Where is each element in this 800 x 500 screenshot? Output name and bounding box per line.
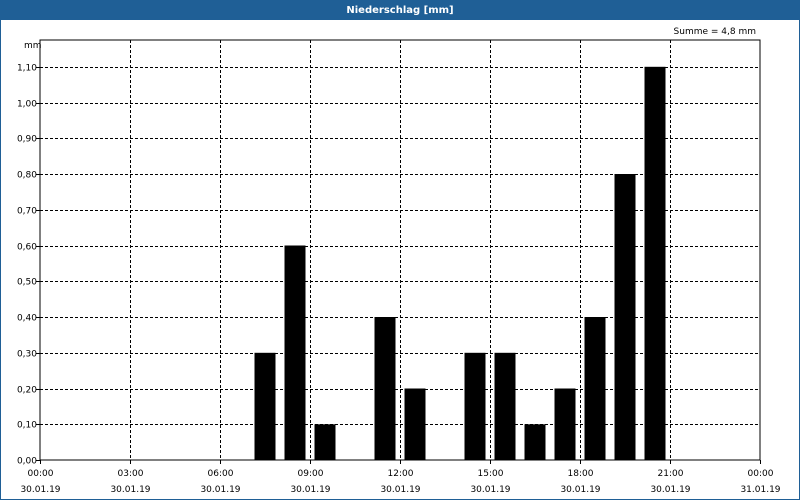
y-tick-label: 0,20 xyxy=(17,386,37,396)
precipitation-chart: 0,00 0,10 0,20 0,30 0,40 0,50 0,60 0,70 0,80 0,90… xyxy=(17,27,781,495)
precipitation-bar xyxy=(614,174,636,460)
x-tick-date: 30.01.19 xyxy=(20,485,60,495)
x-tick-time: 21:00 xyxy=(658,469,684,479)
precipitation-bar xyxy=(524,424,546,460)
x-tick-time: 18:00 xyxy=(568,469,594,479)
x-tick-time: 12:00 xyxy=(388,469,414,479)
y-tick-label: 0,00 xyxy=(17,457,37,467)
x-tick-date: 30.01.19 xyxy=(470,485,510,495)
x-tick-time: 00:00 xyxy=(748,469,774,479)
bars xyxy=(254,66,666,461)
x-tick-date: 30.01.19 xyxy=(560,485,600,495)
sum-annotation: Summe = 4,8 mm xyxy=(674,27,756,37)
x-tick-time: 00:00 xyxy=(28,469,54,479)
precipitation-bar xyxy=(404,388,426,460)
y-tick-label: 0,10 xyxy=(17,421,37,431)
x-tick-time: 03:00 xyxy=(118,469,144,479)
precipitation-bar xyxy=(464,352,486,460)
precipitation-bar xyxy=(584,317,606,460)
x-tick-date: 30.01.19 xyxy=(650,485,690,495)
precipitation-bar xyxy=(494,352,516,460)
x-tick-date: 30.01.19 xyxy=(380,485,420,495)
precipitation-bar xyxy=(284,245,306,460)
precipitation-bar xyxy=(554,388,576,460)
y-tick-label: 0,90 xyxy=(17,135,37,145)
x-axis-ticks: 00:00 30.01.19 03:00 30.01.19 06:00 30.01.19 0… xyxy=(20,460,781,495)
precipitation-bar xyxy=(254,352,276,460)
x-tick-date: 30.01.19 xyxy=(200,485,240,495)
y-tick-label: 0,50 xyxy=(17,278,37,288)
y-tick-label: 0,80 xyxy=(17,171,37,181)
precipitation-bar xyxy=(374,317,396,460)
x-tick-date: 31.01.19 xyxy=(740,485,780,495)
x-tick-time: 15:00 xyxy=(478,469,504,479)
precipitation-bar xyxy=(314,424,336,460)
y-axis-label: mm xyxy=(24,41,42,51)
x-tick-time: 06:00 xyxy=(208,469,234,479)
y-tick-label: 1,00 xyxy=(17,100,37,110)
precipitation-bar xyxy=(644,66,666,461)
x-tick-date: 30.01.19 xyxy=(110,485,150,495)
y-tick-label: 0,30 xyxy=(17,350,37,360)
x-tick-time: 09:00 xyxy=(298,469,324,479)
y-tick-label: 0,70 xyxy=(17,207,37,217)
y-axis-ticks: 0,00 0,10 0,20 0,30 0,40 0,50 0,60 0,70 0,80 0,90… xyxy=(17,64,40,467)
y-tick-label: 0,40 xyxy=(17,314,37,324)
x-tick-date: 30.01.19 xyxy=(290,485,330,495)
y-tick-label: 0,60 xyxy=(17,243,37,253)
y-tick-label: 1,10 xyxy=(17,64,37,74)
